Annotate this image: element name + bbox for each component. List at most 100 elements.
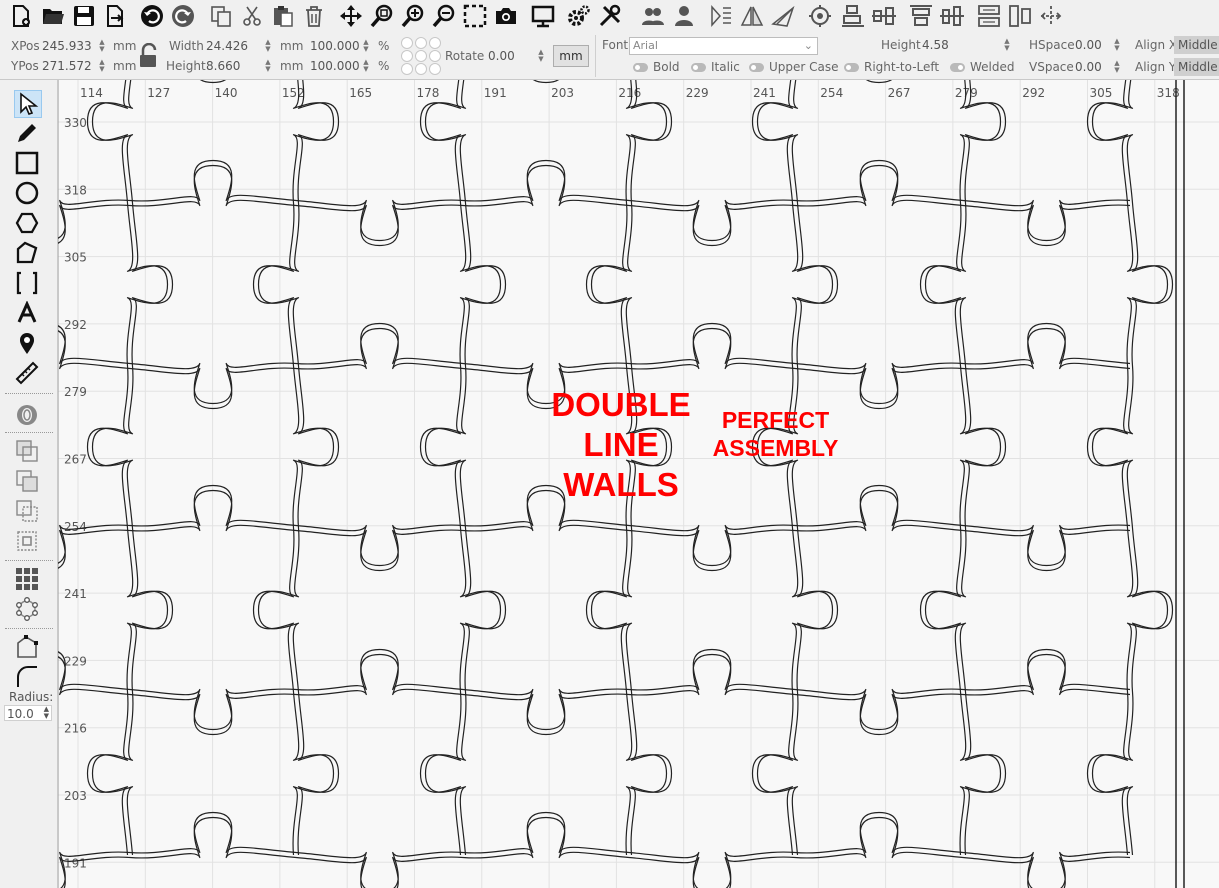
puzzle-edge-horizontal[interactable] [794,159,964,202]
mirror-horizontal-icon[interactable] [708,3,734,29]
open-file-icon[interactable] [40,3,66,29]
align-x-select[interactable]: Middle [1174,36,1219,54]
text-perfect-assembly[interactable]: PERFECT ASSEMBLY [703,406,848,462]
puzzle-edge-vertical[interactable] [964,365,1007,529]
corner-round-icon[interactable] [14,664,40,690]
scale-y-field[interactable]: 100.000 [310,59,360,73]
puzzle-edge-horizontal[interactable] [295,856,464,888]
puzzle-edge-horizontal[interactable] [628,322,796,365]
puzzle-edge-horizontal[interactable] [295,204,464,247]
italic-toggle[interactable]: Italic [691,60,740,74]
height-field[interactable]: 8.660 [206,59,240,73]
align-top-icon[interactable] [908,3,934,29]
distribute-horizontal-icon[interactable] [976,3,1002,29]
align-center-icon[interactable] [871,3,897,29]
puzzle-edge-horizontal[interactable] [794,367,964,410]
text-height-spinner[interactable]: ▲ ▼ [1003,38,1011,52]
puzzle-edge-vertical[interactable] [131,202,174,367]
redo-icon[interactable] [170,3,196,29]
device-icon[interactable] [530,3,556,29]
hspace-spinner[interactable]: ▲ ▼ [1113,38,1121,52]
scale-x-spinner[interactable]: ▲ ▼ [362,39,370,53]
move-together-icon[interactable] [1038,3,1064,29]
measure-icon[interactable] [14,360,40,386]
circular-array-icon[interactable] [14,596,40,622]
height-spinner[interactable]: ▲ ▼ [264,59,272,73]
puzzle-edge-vertical[interactable] [751,691,794,856]
rotate-icon[interactable] [770,3,796,29]
puzzle-edge-vertical[interactable] [1086,691,1129,856]
puzzle-edge-horizontal[interactable] [794,484,964,527]
welded-toggle[interactable]: Welded [950,60,1015,74]
xpos-spinner[interactable]: ▲ ▼ [98,39,106,53]
puzzle-edge-horizontal[interactable] [295,529,464,572]
select-icon[interactable] [14,90,42,118]
ypos-spinner[interactable]: ▲ ▼ [98,59,106,73]
group-icon[interactable] [640,3,666,29]
align-middle-icon[interactable] [939,3,965,29]
puzzle-edge-horizontal[interactable] [628,856,796,888]
upper-case-toggle[interactable]: Upper Case [749,60,839,74]
puzzle-edge-vertical[interactable] [464,202,507,367]
puzzle-edge-vertical[interactable] [297,365,340,529]
radius-spinner[interactable]: ▲ ▼ [44,706,49,720]
puzzle-edge-horizontal[interactable] [628,204,796,247]
puzzle-edge-vertical[interactable] [796,527,839,693]
puzzle-edge-horizontal[interactable] [295,648,464,691]
puzzle-edge-vertical[interactable] [419,365,462,529]
align-bottom-icon[interactable] [840,3,866,29]
puzzle-edge-vertical[interactable] [630,691,673,856]
puzzle-edge-vertical[interactable] [585,527,628,693]
puzzle-edge-horizontal[interactable] [795,80,963,84]
scale-x-field[interactable]: 100.000 [310,39,360,53]
puzzle-edge-horizontal[interactable] [58,204,131,245]
ypos-field[interactable]: 271.572 [42,59,92,73]
puzzle-edge-horizontal[interactable] [462,693,630,736]
puzzle-edge-vertical[interactable] [297,691,340,856]
offset-icon[interactable] [14,402,40,428]
camera-icon[interactable] [493,3,519,29]
puzzle-edge-horizontal[interactable] [462,811,630,854]
cut-icon[interactable] [239,3,265,29]
vspace-spinner[interactable]: ▲ ▼ [1113,60,1121,74]
puzzle-edge-horizontal[interactable] [295,322,464,365]
puzzle-edge-vertical[interactable] [86,691,129,856]
import-icon[interactable] [102,3,128,29]
zoom-out-icon[interactable] [431,3,457,29]
scale-y-spinner[interactable]: ▲ ▼ [362,59,370,73]
polygon-icon[interactable] [14,210,40,236]
puzzle-edge-horizontal[interactable] [962,648,1131,691]
puzzle-edge-horizontal[interactable] [962,204,1131,247]
font-select[interactable]: Arial ⌄ [629,37,818,55]
bracket-icon[interactable] [14,270,40,296]
save-icon[interactable] [71,3,97,29]
boolean-union-icon[interactable] [14,438,40,464]
settings-icon[interactable] [566,3,592,29]
puzzle-edge-horizontal[interactable] [628,648,796,691]
rectangle-icon[interactable] [14,150,40,176]
xpos-field[interactable]: 245.933 [42,39,92,53]
polyline-icon[interactable] [14,240,40,266]
new-file-icon[interactable] [8,3,34,29]
boolean-subtract-icon[interactable] [14,468,40,494]
puzzle-edge-vertical[interactable] [131,527,174,693]
ungroup-icon[interactable] [671,3,697,29]
move-icon[interactable] [338,3,364,29]
puzzle-edge-vertical[interactable] [252,527,295,693]
puzzle-edge-horizontal[interactable] [462,159,630,202]
text-double-line-walls[interactable]: DOUBLE LINE WALLS [541,385,701,505]
puzzle-edge-horizontal[interactable] [58,856,131,888]
mirror-vertical-icon[interactable] [739,3,765,29]
align-y-select[interactable]: Middle [1174,58,1219,76]
text-icon[interactable] [14,300,40,326]
bold-toggle[interactable]: Bold [633,60,680,74]
tools-icon[interactable] [597,3,623,29]
puzzle-edge-vertical[interactable] [919,202,962,367]
puzzle-edge-horizontal[interactable] [794,693,964,736]
puzzle-edge-vertical[interactable] [1086,365,1129,529]
puzzle-edge-horizontal[interactable] [962,856,1131,888]
design-canvas[interactable]: 114 127 140 152 165 178 191 203 216 229 241 254 267 2… [58,80,1219,888]
width-field[interactable]: 24.426 [206,39,248,53]
puzzle-edge-vertical[interactable] [1131,202,1174,367]
unit-toggle-button[interactable]: mm [553,45,589,67]
